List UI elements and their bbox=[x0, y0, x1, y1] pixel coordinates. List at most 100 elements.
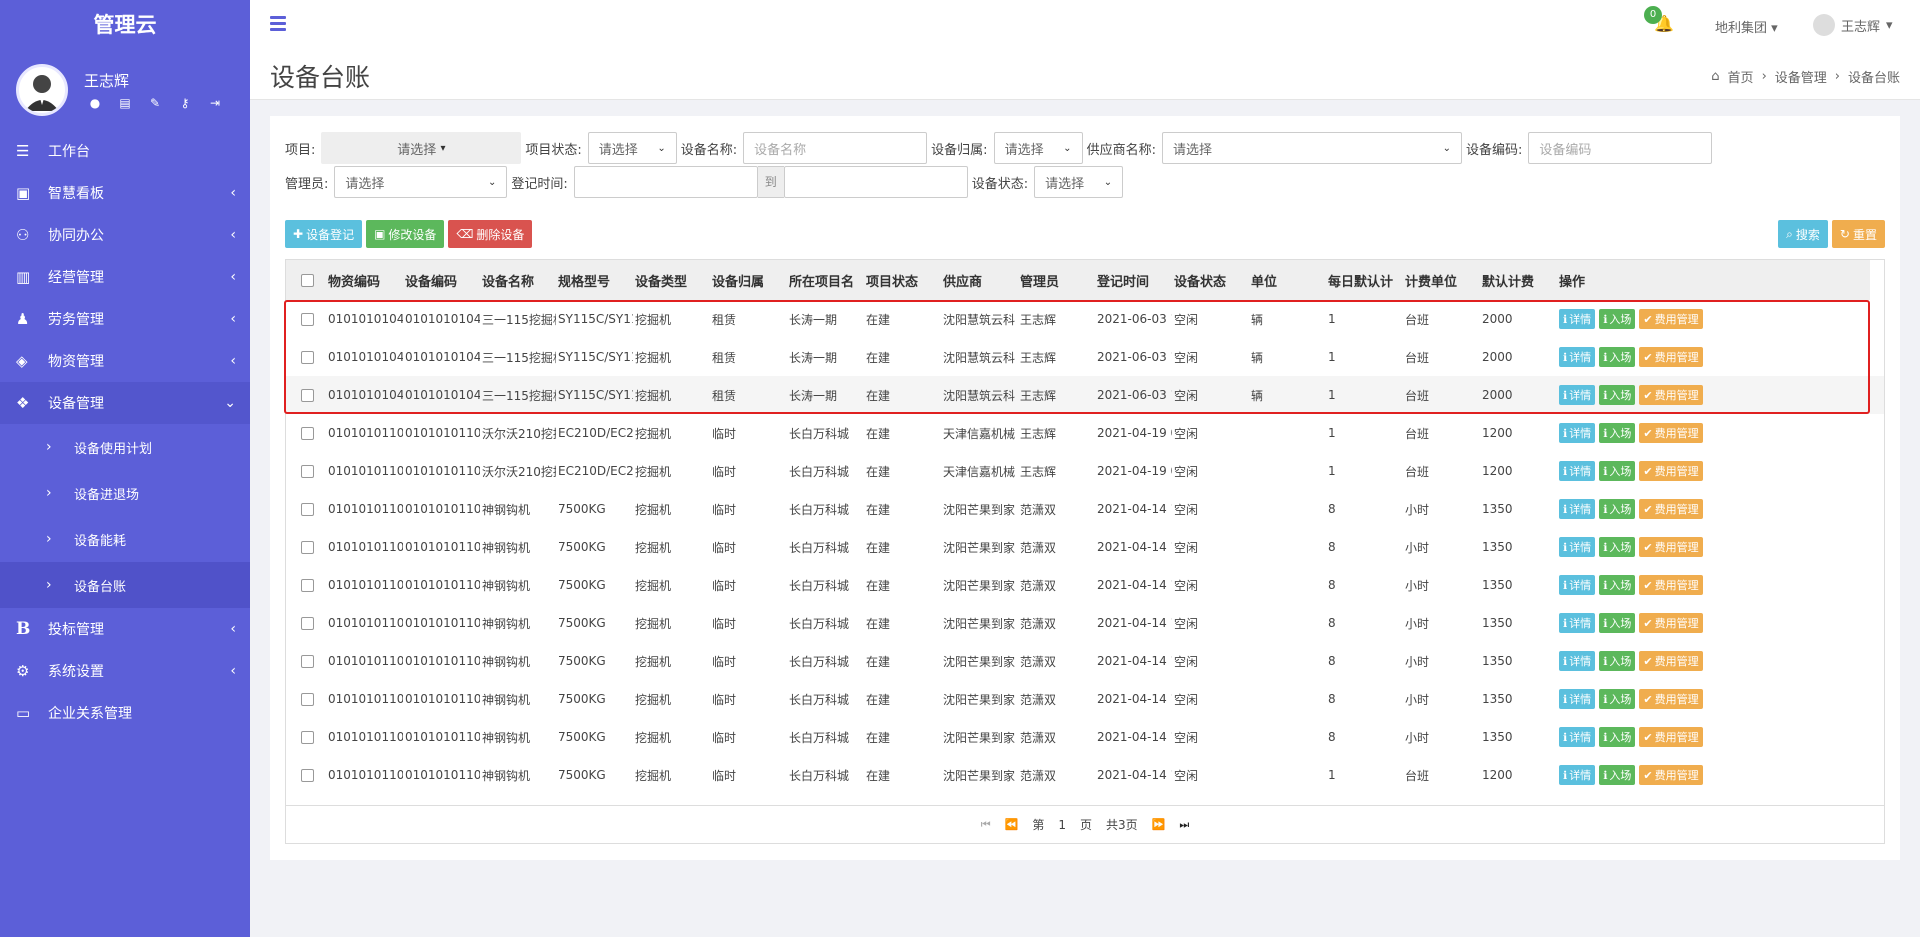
table-row[interactable]: 0101010110 0101010110 神钢钩机 7500KG 挖掘机 临时 长白万科城… bbox=[286, 756, 1884, 794]
detail-button[interactable]: ℹ 详情 bbox=[1559, 765, 1596, 785]
breadcrumb-equipment[interactable]: 设备管理 bbox=[1775, 67, 1827, 86]
menu-item-collaboration[interactable]: ⚇ 协同办公 ‹ bbox=[0, 214, 250, 256]
row-checkbox[interactable] bbox=[300, 502, 314, 516]
sub-item-entry-exit[interactable]: › 设备进退场 bbox=[0, 470, 250, 516]
sub-item-ledger[interactable]: › 设备台账 bbox=[0, 562, 250, 608]
detail-button[interactable]: ℹ 详情 bbox=[1559, 309, 1596, 329]
row-checkbox[interactable] bbox=[300, 350, 314, 364]
search-button[interactable]: ⌕ 搜索 bbox=[1778, 220, 1828, 248]
fee-management-button[interactable]: ✔ 费用管理 bbox=[1639, 347, 1703, 367]
table-row[interactable]: 0101010110 0101010110 神钢钩机 7500KG 挖掘机 临时 长白万科城… bbox=[286, 718, 1884, 756]
column-header[interactable]: 所在项目名 bbox=[787, 271, 864, 290]
table-row[interactable]: 01010101100101010110沃尔沃210挖掘EC210D/EC2挖掘… bbox=[286, 452, 1884, 490]
breadcrumb-home[interactable]: 首页 bbox=[1728, 67, 1754, 86]
menu-item-bidding[interactable]: B 投标管理 ‹ bbox=[0, 608, 250, 650]
org-dropdown[interactable]: 地利集团 ▾ bbox=[1715, 17, 1778, 36]
fee-management-button[interactable]: ✔ 费用管理 bbox=[1639, 461, 1703, 481]
card-icon[interactable]: ▤ bbox=[116, 96, 134, 110]
table-row[interactable]: 0101010110 0101010110 神钢钩机 7500KG 挖掘机 临时 长白万科城… bbox=[286, 490, 1884, 528]
manager-select[interactable]: 请选择 ⌄ bbox=[334, 166, 508, 198]
name-input[interactable]: 设备名称 bbox=[743, 132, 928, 164]
add-equipment-button[interactable]: ✚ 设备登记 bbox=[285, 220, 363, 248]
sub-item-energy[interactable]: › 设备能耗 bbox=[0, 516, 250, 562]
enter-button[interactable]: ℹ 入场 bbox=[1599, 727, 1636, 747]
column-header[interactable]: 设备编码 bbox=[403, 271, 480, 290]
enter-button[interactable]: ℹ 入场 bbox=[1599, 765, 1636, 785]
fee-management-button[interactable]: ✔ 费用管理 bbox=[1639, 613, 1703, 633]
column-header[interactable]: 项目状态 bbox=[864, 271, 941, 290]
row-checkbox[interactable] bbox=[300, 730, 314, 744]
table-row[interactable]: 01010101100101010110沃尔沃210挖掘EC210D/EC2挖掘… bbox=[286, 414, 1884, 452]
reset-button[interactable]: ↻ 重置 bbox=[1831, 220, 1885, 248]
detail-button[interactable]: ℹ 详情 bbox=[1559, 385, 1596, 405]
table-row[interactable]: 01010101040101010104三一115挖掘机SY115C/SY11挖… bbox=[286, 338, 1884, 376]
edit-icon[interactable]: ✎ bbox=[146, 96, 164, 110]
enter-button[interactable]: ℹ 入场 bbox=[1599, 575, 1636, 595]
table-row[interactable]: 01010101040101010104三一115挖掘机SY115C/SY11挖… bbox=[286, 300, 1884, 338]
status-select[interactable]: 请选择 ⌄ bbox=[1034, 166, 1124, 198]
menu-item-crm[interactable]: ▭ 企业关系管理 bbox=[0, 692, 250, 734]
code-input[interactable]: 设备编码 bbox=[1528, 132, 1713, 164]
column-header[interactable]: 登记时间 bbox=[1095, 271, 1172, 290]
enter-button[interactable]: ℹ 入场 bbox=[1599, 499, 1636, 519]
row-checkbox[interactable] bbox=[300, 692, 314, 706]
fee-management-button[interactable]: ✔ 费用管理 bbox=[1639, 537, 1703, 557]
column-header[interactable]: 管理员 bbox=[1018, 271, 1095, 290]
menu-item-business[interactable]: ▥ 经营管理 ‹ bbox=[0, 256, 250, 298]
row-checkbox[interactable] bbox=[300, 464, 314, 478]
enter-button[interactable]: ℹ 入场 bbox=[1599, 423, 1636, 443]
last-page-icon[interactable]: ⏭ bbox=[1179, 818, 1189, 832]
column-header[interactable]: 物资编码 bbox=[326, 271, 403, 290]
table-row[interactable]: 0101010110 0101010110 神钢钩机 7500KG 挖掘机 临时 长白万科城… bbox=[286, 566, 1884, 604]
column-header[interactable]: 供应商 bbox=[941, 271, 1018, 290]
row-checkbox[interactable] bbox=[300, 388, 314, 402]
fee-management-button[interactable]: ✔ 费用管理 bbox=[1639, 309, 1703, 329]
detail-button[interactable]: ℹ 详情 bbox=[1559, 499, 1596, 519]
column-header[interactable]: 每日默认计 bbox=[1326, 271, 1403, 290]
time-end-input[interactable] bbox=[783, 166, 968, 198]
sub-item-usage-plan[interactable]: › 设备使用计划 bbox=[0, 424, 250, 470]
detail-button[interactable]: ℹ 详情 bbox=[1559, 537, 1596, 557]
supplier-select[interactable]: 请选择 ⌄ bbox=[1161, 132, 1462, 164]
next-page-icon[interactable]: ⏩ bbox=[1152, 818, 1166, 831]
enter-button[interactable]: ℹ 入场 bbox=[1599, 689, 1636, 709]
row-checkbox[interactable] bbox=[300, 312, 314, 326]
row-checkbox[interactable] bbox=[300, 768, 314, 782]
row-checkbox[interactable] bbox=[300, 616, 314, 630]
menu-item-workbench[interactable]: ☰ 工作台 bbox=[0, 130, 250, 172]
table-row[interactable]: 0101010110 0101010110 神钢钩机 7500KG 挖掘机 临时 长白万科城… bbox=[286, 680, 1884, 718]
detail-button[interactable]: ℹ 详情 bbox=[1559, 613, 1596, 633]
detail-button[interactable]: ℹ 详情 bbox=[1559, 727, 1596, 747]
table-row[interactable]: 01010101040101010104三一115挖掘机SY115C/SY11挖… bbox=[286, 376, 1884, 414]
column-header[interactable]: 设备归属 bbox=[710, 271, 787, 290]
key-icon[interactable]: ⚷ bbox=[176, 96, 194, 110]
column-header[interactable]: 设备类型 bbox=[633, 271, 710, 290]
column-header[interactable]: 设备状态 bbox=[1172, 271, 1249, 290]
table-row[interactable]: 0101010110 0101010110 神钢钩机 7500KG 挖掘机 临时 长白万科城… bbox=[286, 528, 1884, 566]
table-row[interactable]: 0101010110 0101010110 神钢钩机 7500KG 挖掘机 临时 长白万科城… bbox=[286, 642, 1884, 680]
delete-equipment-button[interactable]: ⌫ 删除设备 bbox=[448, 220, 533, 248]
page-current[interactable]: 1 bbox=[1058, 818, 1066, 832]
detail-button[interactable]: ℹ 详情 bbox=[1559, 461, 1596, 481]
enter-button[interactable]: ℹ 入场 bbox=[1599, 385, 1636, 405]
select-all-checkbox[interactable] bbox=[300, 273, 314, 287]
fee-management-button[interactable]: ✔ 费用管理 bbox=[1639, 689, 1703, 709]
row-checkbox[interactable] bbox=[300, 426, 314, 440]
prev-page-icon[interactable]: ⏪ bbox=[1005, 818, 1019, 831]
column-header[interactable]: 计费单位 bbox=[1403, 271, 1480, 290]
detail-button[interactable]: ℹ 详情 bbox=[1559, 689, 1596, 709]
enter-button[interactable]: ℹ 入场 bbox=[1599, 461, 1636, 481]
detail-button[interactable]: ℹ 详情 bbox=[1559, 347, 1596, 367]
menu-item-labor[interactable]: ♟ 劳务管理 ‹ bbox=[0, 298, 250, 340]
fee-management-button[interactable]: ✔ 费用管理 bbox=[1639, 765, 1703, 785]
column-header[interactable]: 默认计费 bbox=[1480, 271, 1557, 290]
bell-icon[interactable]: 🔔 0 bbox=[1644, 6, 1674, 33]
fee-management-button[interactable]: ✔ 费用管理 bbox=[1639, 575, 1703, 595]
fee-management-button[interactable]: ✔ 费用管理 bbox=[1639, 651, 1703, 671]
fee-management-button[interactable]: ✔ 费用管理 bbox=[1639, 423, 1703, 443]
profile-icon[interactable]: ● bbox=[86, 96, 104, 110]
time-start-input[interactable] bbox=[573, 166, 758, 198]
row-checkbox[interactable] bbox=[300, 654, 314, 668]
column-header[interactable]: 单位 bbox=[1249, 271, 1326, 290]
first-page-icon[interactable]: ⏮ bbox=[981, 818, 991, 832]
